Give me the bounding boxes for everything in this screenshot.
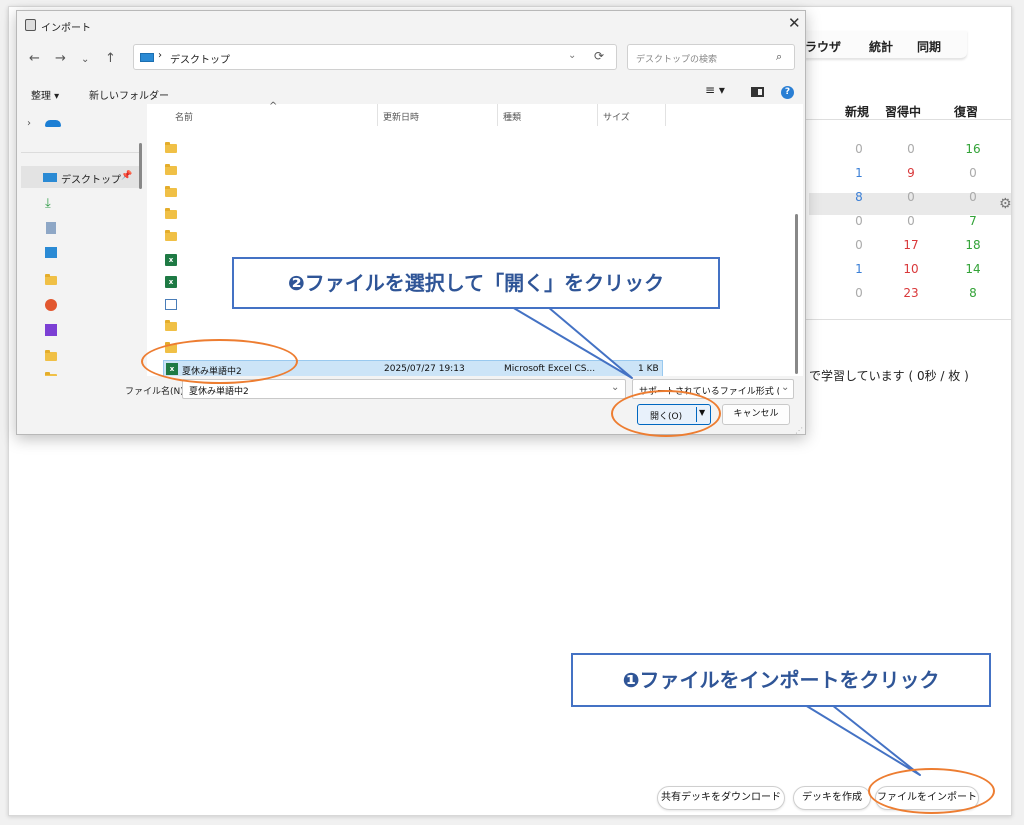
import-button-highlight-ring [868,768,995,814]
open-button-highlight-ring [611,390,721,437]
screenshot-stage: ラウザ 統計 同期 新規 習得中 復習 ⚙ 0 0 16 1 9 0 8 0 0 0 0 7 0 17 18… [0,0,1024,825]
step2-callout: ❷ファイルを選択して「開く」をクリック [232,257,720,309]
callout1-pointer [804,704,921,776]
step1-callout: ❶ファイルをインポートをクリック [571,653,991,707]
callout2-pointer [511,306,633,379]
file-highlight-ring [141,339,298,384]
